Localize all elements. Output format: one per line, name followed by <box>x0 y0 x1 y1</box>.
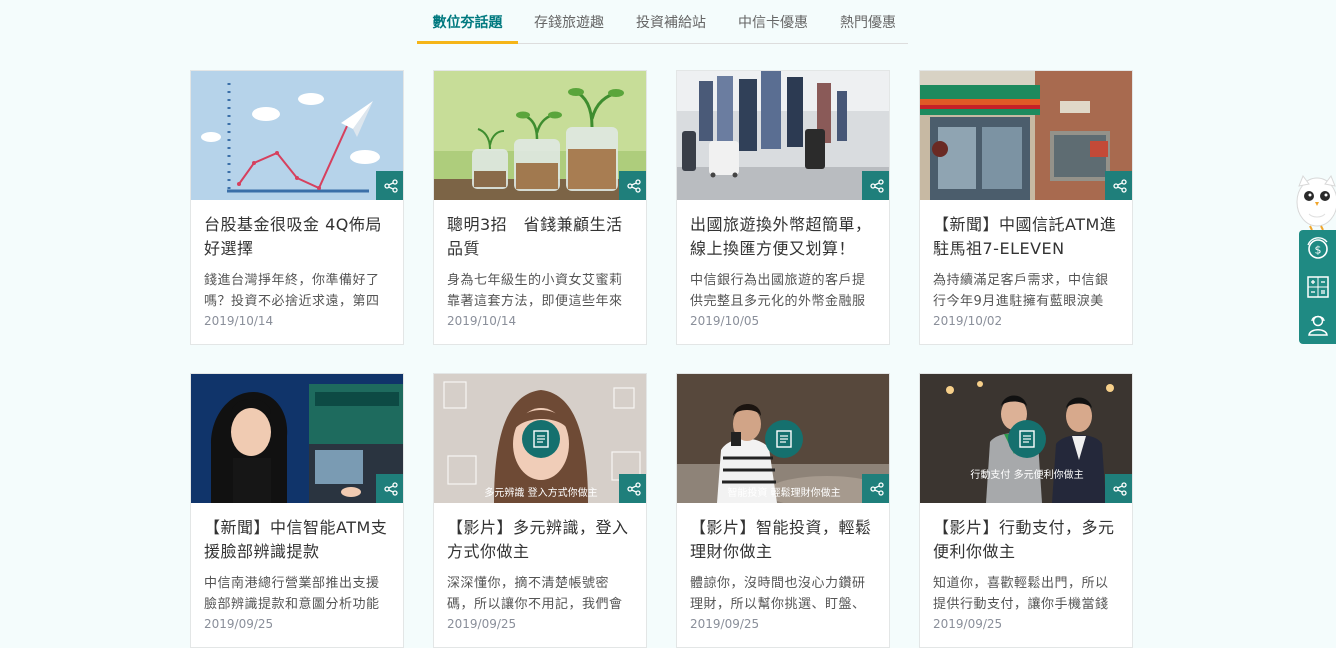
video-caption: 智能投資 輕鬆理財你做主 <box>727 488 841 499</box>
video-play-badge[interactable] <box>522 420 560 458</box>
article-summary: 知道你，喜歡輕鬆出門，所以提供行動支付，讓你手機當錢 <box>933 576 1109 612</box>
customer-service-button[interactable] <box>1299 306 1336 344</box>
article-thumbnail <box>434 71 646 200</box>
share-icon <box>383 481 398 496</box>
article-thumbnail: 多元辨識 登入方式你做主 <box>434 374 646 503</box>
share-icon <box>626 481 641 496</box>
article-title: 【影片】行動支付，多元便利你做主 <box>933 518 1115 561</box>
customer-service-icon <box>1307 315 1328 336</box>
share-icon <box>869 481 884 496</box>
article-summary: 錢進台灣掙年終，你準備好了嗎？投資不必捨近求遠，第四 <box>204 273 380 309</box>
calculator-icon <box>1306 276 1329 298</box>
article-date: 2019/10/05 <box>690 314 760 328</box>
share-button[interactable] <box>376 171 403 200</box>
article-summary: 體諒你，沒時間也沒心力鑽研理財，所以幫你挑選、盯盤、 <box>690 576 866 612</box>
share-button[interactable] <box>862 171 889 200</box>
article-summary: 深深懂你，摘不清楚帳號密碼，所以讓你不用記，我們會 <box>447 576 623 612</box>
article-card[interactable]: 多元辨識 登入方式你做主 【影片】多元辨識，登入方式你做主 深深懂你，摘不清楚帳… <box>433 373 647 648</box>
article-card[interactable]: 行動支付 多元便利你做主 【影片】行動支付，多元便利你做主 知道你，喜歡輕鬆出門… <box>919 373 1133 648</box>
video-play-badge[interactable] <box>765 420 803 458</box>
article-date: 2019/09/25 <box>933 617 1003 631</box>
share-button[interactable] <box>619 474 646 503</box>
article-summary: 中信南港總行營業部推出支援臉部辨識提款和意圖分析功能 <box>204 576 380 612</box>
share-icon <box>626 178 641 193</box>
tab-investment[interactable]: 投資補給站 <box>620 0 722 43</box>
video-caption: 多元辨識 登入方式你做主 <box>484 488 598 499</box>
article-date: 2019/09/25 <box>690 617 760 631</box>
tab-hot-offers[interactable]: 熱門優惠 <box>824 0 912 43</box>
article-date: 2019/10/14 <box>447 314 517 328</box>
floating-tool-panel: $ <box>1299 230 1336 344</box>
share-icon <box>383 178 398 193</box>
currency-exchange-icon: $ <box>1306 237 1328 259</box>
share-button[interactable] <box>376 474 403 503</box>
article-title: 【新聞】中國信託ATM進駐馬祖7-ELEVEN <box>933 215 1117 258</box>
share-icon <box>1112 481 1127 496</box>
document-icon <box>1019 430 1035 448</box>
article-card[interactable]: 【新聞】中信智能ATM支援臉部辨識提款 中信南港總行營業部推出支援臉部辨識提款和… <box>190 373 404 648</box>
article-thumbnail: 智能投資 輕鬆理財你做主 <box>677 374 889 503</box>
share-button[interactable] <box>1105 474 1132 503</box>
calculator-button[interactable] <box>1299 268 1336 306</box>
article-thumbnail: 行動支付 多元便利你做主 <box>920 374 1132 503</box>
share-button[interactable] <box>1105 171 1132 200</box>
article-card[interactable]: 出國旅遊換外幣超簡單，線上換匯方便又划算！ 中信銀行為出國旅遊的客戶提供完整且多… <box>676 70 890 345</box>
article-thumbnail <box>677 71 889 200</box>
article-card[interactable]: 聰明3招 省錢兼顧生活品質 身為七年級生的小資女艾蜜莉靠著這套方法，即便這些年來… <box>433 70 647 345</box>
document-icon <box>533 430 549 448</box>
article-title: 【影片】智能投資，輕鬆理財你做主 <box>690 518 872 561</box>
share-button[interactable] <box>619 171 646 200</box>
article-thumbnail <box>191 71 403 200</box>
article-date: 2019/10/14 <box>204 314 274 328</box>
article-title: 台股基金很吸金 4Q佈局好選擇 <box>204 215 382 258</box>
category-tabs: 數位夯話題 存錢旅遊趣 投資補給站 中信卡優惠 熱門優惠 <box>417 0 908 44</box>
article-summary: 為持續滿足客戶需求，中信銀行今年9月進駐擁有藍眼淚美 <box>933 273 1109 309</box>
article-title: 聰明3招 省錢兼顧生活品質 <box>447 215 623 258</box>
article-card[interactable]: 智能投資 輕鬆理財你做主 【影片】智能投資，輕鬆理財你做主 體諒你，沒時間也沒心… <box>676 373 890 648</box>
article-thumbnail <box>191 374 403 503</box>
share-icon <box>1112 178 1127 193</box>
tab-ctbc-card-offers[interactable]: 中信卡優惠 <box>722 0 824 43</box>
article-thumbnail <box>920 71 1132 200</box>
share-icon <box>869 178 884 193</box>
article-title: 出國旅遊換外幣超簡單，線上換匯方便又划算！ <box>690 215 872 258</box>
article-title: 【影片】多元辨識，登入方式你做主 <box>447 518 629 561</box>
video-caption: 行動支付 多元便利你做主 <box>970 470 1084 481</box>
owl-mascot[interactable] <box>1293 172 1336 231</box>
article-summary: 身為七年級生的小資女艾蜜莉靠著這套方法，即便這些年來 <box>447 273 623 309</box>
currency-exchange-button[interactable]: $ <box>1299 230 1336 268</box>
video-play-badge[interactable] <box>1008 420 1046 458</box>
svg-text:$: $ <box>1314 244 1321 257</box>
tab-saving-travel[interactable]: 存錢旅遊趣 <box>518 0 620 43</box>
article-date: 2019/09/25 <box>447 617 517 631</box>
article-card[interactable]: 台股基金很吸金 4Q佈局好選擇 錢進台灣掙年終，你準備好了嗎？投資不必捨近求遠，… <box>190 70 404 345</box>
document-icon <box>776 430 792 448</box>
article-title: 【新聞】中信智能ATM支援臉部辨識提款 <box>204 518 388 561</box>
article-card[interactable]: 【新聞】中國信託ATM進駐馬祖7-ELEVEN 為持續滿足客戶需求，中信銀行今年… <box>919 70 1133 345</box>
article-summary: 中信銀行為出國旅遊的客戶提供完整且多元化的外幣金融服 <box>690 273 866 309</box>
article-date: 2019/09/25 <box>204 617 274 631</box>
article-date: 2019/10/02 <box>933 314 1003 328</box>
tab-digital-topics[interactable]: 數位夯話題 <box>417 0 518 44</box>
share-button[interactable] <box>862 474 889 503</box>
owl-icon <box>1296 174 1336 231</box>
